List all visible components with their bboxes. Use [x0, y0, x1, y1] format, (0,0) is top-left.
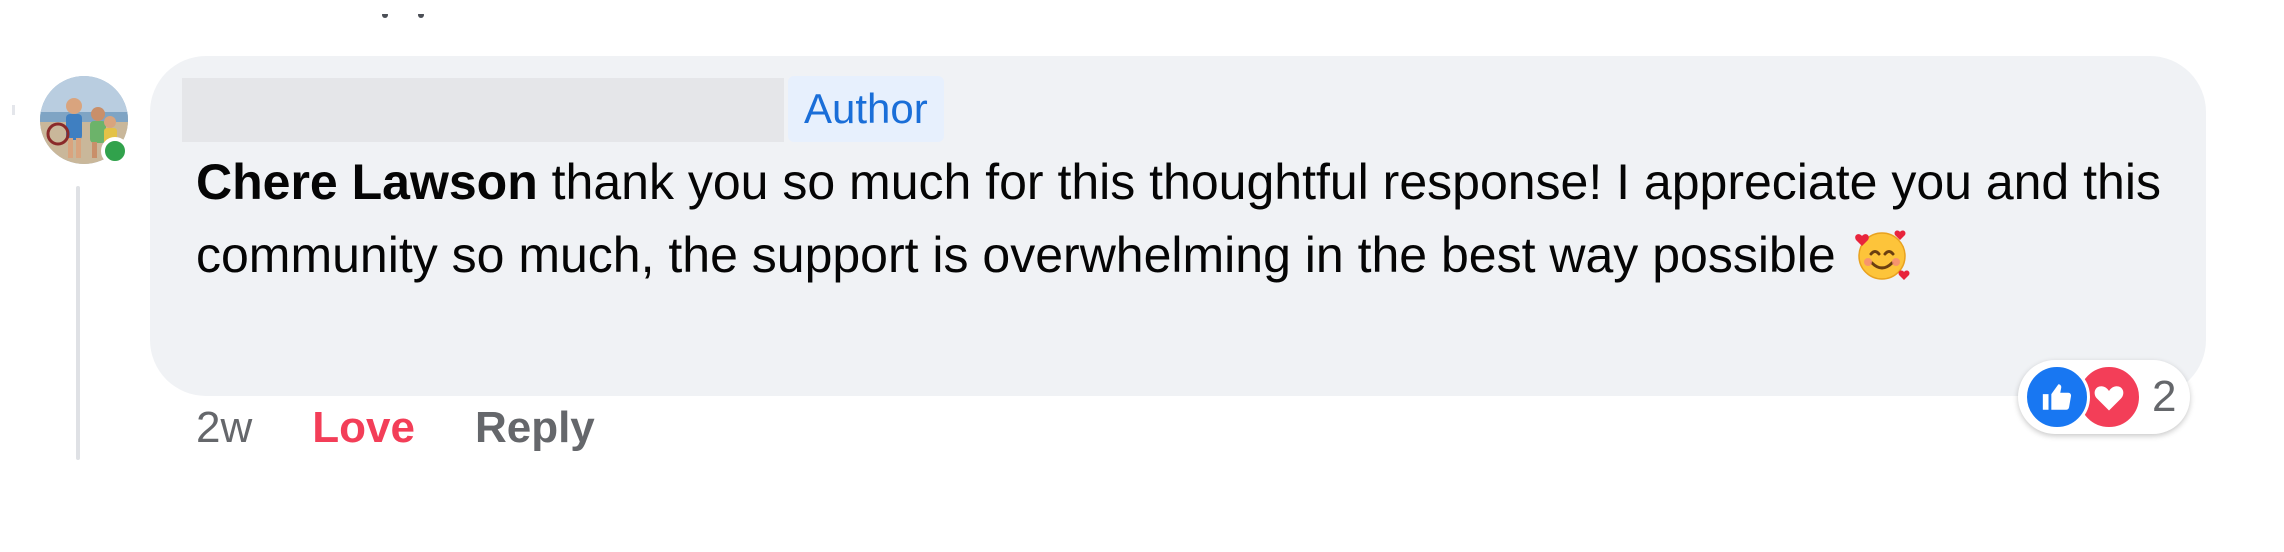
reaction-count: 2 [2152, 372, 2177, 421]
comment-thread: Author Chere Lawson thank you so much fo… [0, 0, 2284, 552]
tagged-user-link[interactable]: Chere Lawson [196, 154, 538, 210]
comment-body: Chere Lawson thank you so much for this … [196, 146, 2186, 302]
comment-timestamp[interactable]: 2w [196, 403, 252, 453]
like-reaction-icon [2024, 364, 2090, 430]
reactions-summary[interactable]: 2 [2018, 360, 2191, 434]
smiling-face-with-hearts-icon [1854, 226, 1910, 302]
online-status-dot [101, 137, 129, 165]
love-button[interactable]: Love [312, 403, 415, 453]
thread-line [76, 186, 80, 460]
reply-button[interactable]: Reply [475, 403, 595, 453]
author-badge: Author [788, 76, 944, 142]
redacted-name-block [182, 78, 784, 142]
previous-comment-remnant [368, 14, 438, 28]
comment-actions: 2w Love Reply [196, 398, 595, 458]
thread-connector [12, 105, 21, 115]
